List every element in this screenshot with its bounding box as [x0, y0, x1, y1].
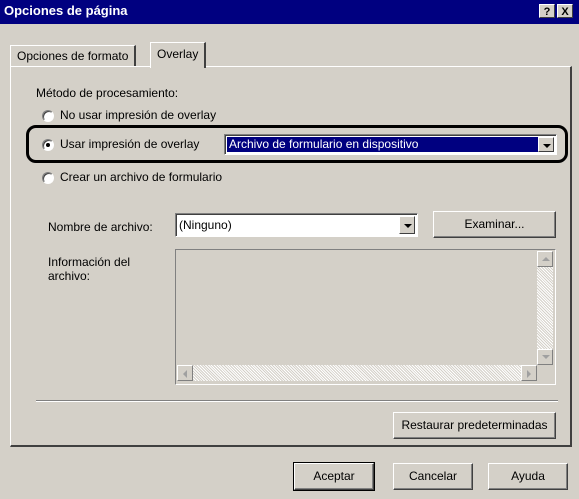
help-title-button[interactable]: ?: [539, 4, 555, 18]
radio-label: Crear un archivo de formulario: [60, 170, 223, 184]
file-name-value: (Ninguno): [179, 218, 232, 232]
radio-selected-dot: [46, 143, 50, 147]
ok-button-label: Aceptar: [313, 469, 355, 483]
scrollbar-corner: [537, 365, 553, 381]
tab-label: Opciones de formato: [17, 49, 129, 63]
radio-label: No usar impresión de overlay: [60, 108, 217, 122]
restore-defaults-button[interactable]: Restaurar predeterminadas: [393, 412, 556, 439]
arrow-right-icon: [527, 370, 531, 378]
cancel-button-label: Cancelar: [408, 469, 458, 483]
dropdown-button[interactable]: [538, 137, 554, 152]
arrow-down-icon: [542, 355, 550, 359]
radio-label: Usar impresión de overlay: [60, 137, 200, 151]
file-name-label: Nombre de archivo:: [48, 220, 153, 234]
radio-button[interactable]: [42, 110, 54, 122]
scroll-up-button[interactable]: [537, 251, 553, 267]
arrow-left-icon: [183, 370, 187, 378]
browse-button-label: Examinar...: [464, 217, 525, 231]
radio-use-overlay[interactable]: Usar impresión de overlay: [42, 137, 222, 153]
help-button-label: Ayuda: [511, 469, 545, 483]
close-icon: X: [561, 6, 569, 18]
processing-method-label: Método de procesamiento:: [36, 86, 179, 100]
page-options-dialog: Opciones de página ? X Opciones de forma…: [0, 0, 579, 499]
file-name-select[interactable]: (Ninguno): [175, 213, 418, 237]
close-title-button[interactable]: X: [557, 4, 573, 18]
overlay-mode-value: Archivo de formulario en dispositivo: [229, 137, 419, 151]
radio-button[interactable]: [42, 139, 54, 151]
tab-format-options[interactable]: Opciones de formato: [10, 45, 137, 66]
chevron-down-icon: [543, 144, 551, 148]
restore-defaults-label: Restaurar predeterminadas: [401, 418, 548, 432]
chevron-down-icon: [404, 224, 412, 228]
radio-no-overlay[interactable]: No usar impresión de overlay: [42, 108, 242, 124]
separator-highlight: [36, 401, 558, 402]
tab-label: Overlay: [157, 47, 199, 61]
ok-button[interactable]: Aceptar: [293, 462, 375, 491]
help-button[interactable]: Ayuda: [488, 463, 568, 490]
scroll-right-button[interactable]: [521, 365, 537, 381]
radio-button[interactable]: [42, 172, 54, 184]
scroll-left-button[interactable]: [177, 365, 193, 381]
arrow-up-icon: [542, 257, 550, 261]
file-info-box: [175, 249, 556, 385]
browse-button[interactable]: Examinar...: [433, 211, 556, 238]
dropdown-button[interactable]: [399, 216, 415, 234]
horizontal-scrollbar[interactable]: [177, 365, 537, 381]
window-title: Opciones de página: [4, 3, 128, 18]
scroll-down-button[interactable]: [537, 349, 553, 365]
tab-overlay[interactable]: Overlay: [150, 42, 207, 68]
vertical-scrollbar[interactable]: [537, 251, 553, 365]
radio-create-form-file[interactable]: Crear un archivo de formulario: [42, 170, 262, 186]
cancel-button[interactable]: Cancelar: [393, 463, 473, 490]
file-info-label-line1: Información del: [48, 255, 131, 269]
overlay-mode-select[interactable]: Archivo de formulario en dispositivo: [224, 134, 557, 155]
help-icon: ?: [543, 6, 551, 18]
title-bar[interactable]: Opciones de página ? X: [0, 0, 579, 24]
file-info-label-line2: archivo:: [48, 269, 91, 283]
